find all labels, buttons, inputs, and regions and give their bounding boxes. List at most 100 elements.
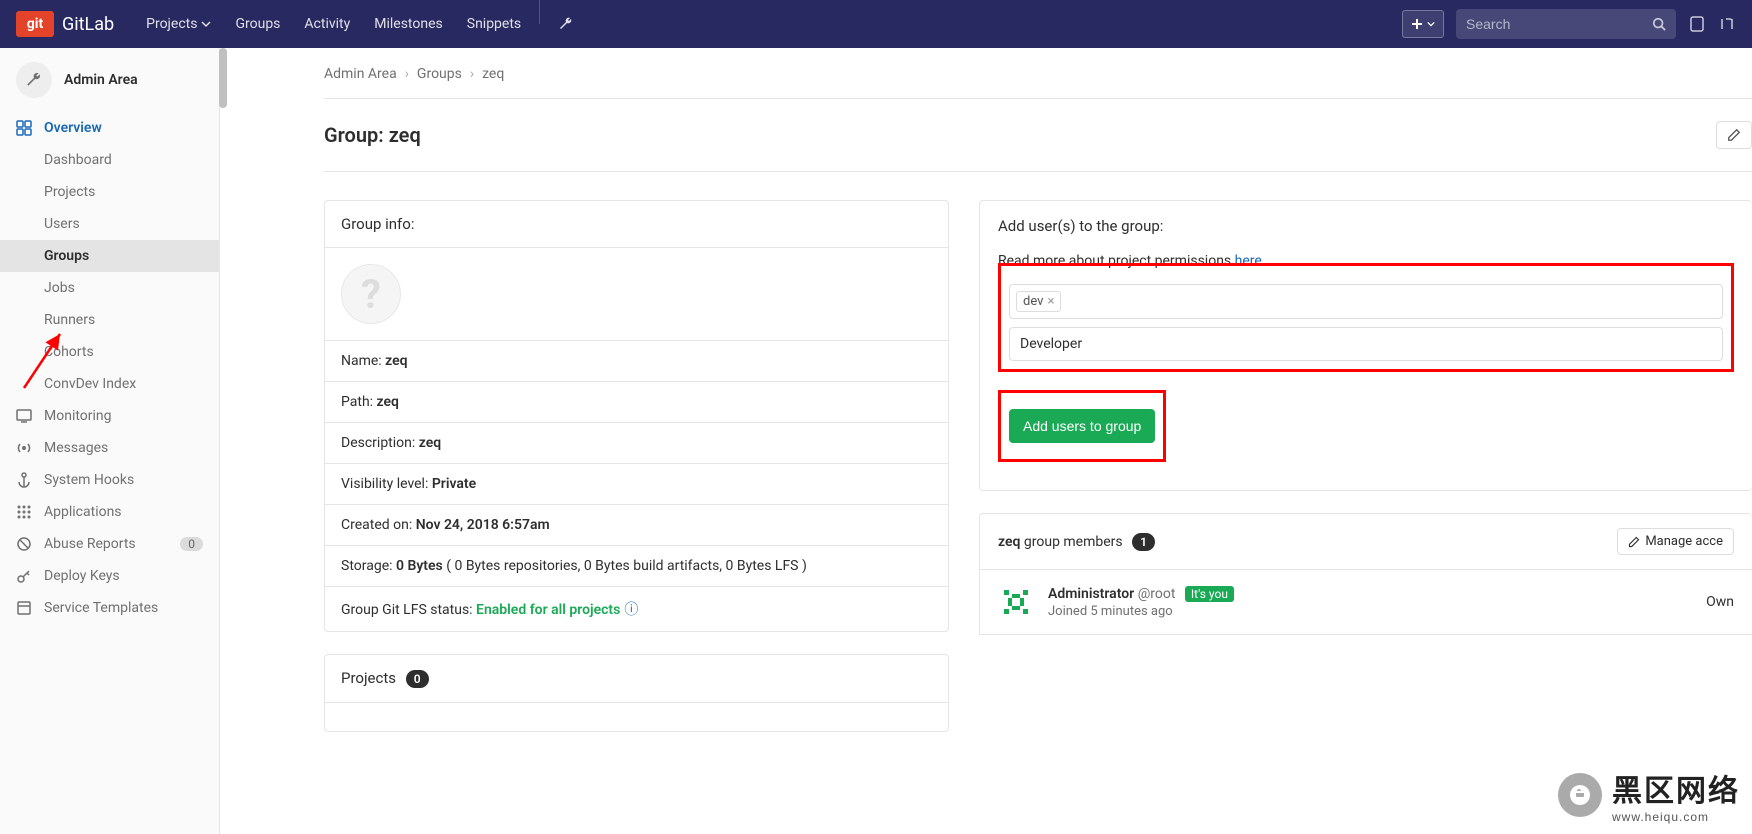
abuse-badge: 0 [180, 537, 203, 551]
sidebar-sub-projects[interactable]: Projects [0, 176, 219, 208]
merge-requests-icon[interactable] [1718, 15, 1736, 33]
primary-nav-links: Projects Groups Activity Milestones Snip… [134, 0, 586, 48]
sidebar-item-messages[interactable]: Messages [0, 432, 219, 464]
info-name: Name: zeq [325, 341, 948, 382]
user-select-input[interactable]: dev× [1009, 284, 1723, 319]
member-row: Administrator @root It's you Joined 5 mi… [979, 570, 1752, 635]
add-users-header: Add user(s) to the group: [998, 217, 1734, 235]
sidebar-context-header[interactable]: Admin Area [0, 48, 219, 112]
plus-icon [1411, 18, 1423, 30]
selected-user-token: dev× [1016, 291, 1061, 312]
wrench-icon [25, 71, 43, 89]
member-role: Own [1706, 594, 1734, 610]
sidebar-sub-users[interactable]: Users [0, 208, 219, 240]
sidebar-sub-groups[interactable]: Groups [0, 240, 219, 272]
admin-area-avatar [16, 62, 52, 98]
key-icon [16, 568, 32, 584]
members-header: zeq group members 1 Manage acce [979, 513, 1752, 570]
group-avatar-placeholder: ? [341, 264, 401, 324]
sidebar-sub-jobs[interactable]: Jobs [0, 272, 219, 304]
pencil-icon [1628, 536, 1640, 548]
nav-projects[interactable]: Projects [134, 0, 223, 48]
manage-access-button[interactable]: Manage acce [1617, 528, 1734, 555]
apps-icon [16, 504, 32, 520]
chevron-down-icon [1427, 20, 1435, 28]
template-icon [16, 600, 32, 616]
identicon-icon [998, 584, 1034, 620]
info-created: Created on: Nov 24, 2018 6:57am [325, 505, 948, 546]
sidebar-item-system-hooks[interactable]: System Hooks [0, 464, 219, 496]
add-users-to-group-button[interactable]: Add users to group [1009, 409, 1155, 443]
sidebar-item-overview[interactable]: Overview [0, 112, 219, 144]
nav-snippets[interactable]: Snippets [455, 0, 533, 48]
pencil-icon [1727, 128, 1741, 142]
member-info: Administrator @root It's you Joined 5 mi… [1048, 586, 1692, 619]
sidebar-item-service-templates[interactable]: Service Templates [0, 592, 219, 624]
sidebar-sub-dashboard[interactable]: Dashboard [0, 144, 219, 176]
wrench-icon [558, 16, 574, 32]
sidebar: Admin Area Overview Dashboard Projects U… [0, 48, 220, 834]
monitor-icon [16, 408, 32, 424]
breadcrumb-sep: › [470, 66, 474, 82]
sidebar-item-abuse-reports[interactable]: Abuse Reports 0 [0, 528, 219, 560]
sidebar-item-deploy-keys[interactable]: Deploy Keys [0, 560, 219, 592]
add-users-panel: Add user(s) to the group: Read more abou… [979, 200, 1752, 491]
role-select[interactable]: Developer [1009, 327, 1723, 361]
crumb-groups[interactable]: Groups [417, 66, 462, 82]
info-visibility: Visibility level: Private [325, 464, 948, 505]
member-name[interactable]: Administrator [1048, 586, 1134, 602]
sidebar-sub-cohorts[interactable]: Cohorts [0, 336, 219, 368]
group-info-header: Group info: [325, 201, 948, 248]
its-you-badge: It's you [1185, 586, 1234, 602]
info-storage: Storage: 0 Bytes ( 0 Bytes repositories,… [325, 546, 948, 587]
highlight-user-role: dev× Developer [998, 263, 1734, 372]
nav-activity[interactable]: Activity [292, 0, 362, 48]
sidebar-overview-label: Overview [44, 120, 102, 136]
members-count-badge: 1 [1132, 533, 1155, 551]
nav-admin-wrench[interactable] [546, 0, 586, 48]
broadcast-icon [16, 440, 32, 456]
overview-icon [16, 120, 32, 136]
sidebar-item-applications[interactable]: Applications [0, 496, 219, 528]
info-path: Path: zeq [325, 382, 948, 423]
search-input[interactable] [1466, 16, 1652, 32]
remove-token-icon[interactable]: × [1047, 294, 1054, 309]
anchor-icon [16, 472, 32, 488]
breadcrumb: Admin Area › Groups › zeq [324, 48, 1752, 99]
info-lfs: Group Git LFS status: Enabled for all pr… [325, 587, 948, 631]
members-group-name: zeq [998, 534, 1020, 550]
highlight-add-button: Add users to group [998, 390, 1166, 462]
gitlab-logo-icon: git [16, 11, 54, 37]
group-avatar-row: ? [325, 248, 948, 341]
nav-groups[interactable]: Groups [223, 0, 292, 48]
chevron-down-icon [201, 19, 211, 29]
page-title: Group: zeq [324, 123, 421, 147]
group-info-panel: Group info: ? Name: zeq Path: zeq Descri… [324, 200, 949, 632]
member-avatar [998, 584, 1034, 620]
top-navigation: git GitLab Projects Groups Activity Mile… [0, 0, 1752, 48]
gitlab-logo[interactable]: git GitLab [16, 11, 114, 37]
crumb-admin-area[interactable]: Admin Area [324, 66, 397, 82]
member-handle: @root [1138, 586, 1176, 602]
breadcrumb-sep: › [405, 66, 409, 82]
new-dropdown-button[interactable] [1402, 10, 1444, 38]
sidebar-header-label: Admin Area [64, 72, 138, 88]
member-joined: Joined 5 minutes ago [1048, 604, 1692, 619]
nav-divider [539, 0, 540, 24]
help-icon[interactable]: ⓘ [624, 602, 638, 618]
projects-count-badge: 0 [406, 670, 429, 688]
sidebar-item-monitoring[interactable]: Monitoring [0, 400, 219, 432]
edit-group-button[interactable] [1716, 121, 1752, 149]
sidebar-sub-runners[interactable]: Runners [0, 304, 219, 336]
issues-icon[interactable] [1688, 15, 1706, 33]
info-description: Description: zeq [325, 423, 948, 464]
sidebar-sub-convdev[interactable]: ConvDev Index [0, 368, 219, 400]
page-title-row: Group: zeq [324, 99, 1752, 172]
gitlab-logo-text: GitLab [62, 14, 114, 35]
search-box[interactable] [1456, 9, 1676, 39]
projects-header: Projects 0 [325, 655, 948, 703]
abuse-icon [16, 536, 32, 552]
projects-panel: Projects 0 [324, 654, 949, 732]
nav-milestones[interactable]: Milestones [362, 0, 455, 48]
main-content: Admin Area › Groups › zeq Group: zeq Gro… [220, 48, 1752, 834]
